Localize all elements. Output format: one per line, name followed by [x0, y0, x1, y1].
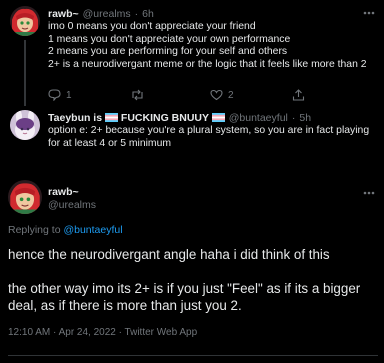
main-author-name[interactable]: rawb~ — [48, 186, 79, 198]
speech-bubble-icon — [48, 89, 61, 101]
trans-flag-emoji — [211, 113, 225, 122]
like-count: 2 — [228, 89, 234, 101]
tweet-1[interactable]: rawb~ @urealms · 6h imo 0 means you don'… — [0, 0, 384, 110]
author-name[interactable]: rawb~ — [48, 8, 79, 20]
author-handle[interactable]: @urealms — [83, 8, 131, 20]
author-name[interactable]: Taeybun is FUCKING BNUUY — [48, 112, 225, 124]
trans-flag-emoji — [105, 113, 118, 122]
divider — [8, 355, 378, 356]
more-options-icon[interactable] — [362, 186, 376, 198]
tweet-time[interactable]: 5h — [299, 112, 311, 124]
avatar-rawb[interactable] — [8, 180, 42, 214]
tweet-timestamp[interactable]: 12:10 AM · Apr 24, 2022 · Twitter Web Ap… — [8, 327, 197, 338]
author-name-suffix: FUCKING BNUUY — [120, 112, 209, 124]
retweet-arrows-icon — [130, 89, 145, 101]
replying-to-label: Replying to — [8, 224, 61, 236]
avatar-rawb[interactable] — [10, 6, 40, 36]
share-upload-icon — [292, 89, 305, 101]
separator-dot: · — [291, 112, 296, 124]
main-tweet: rawb~ @urealms Replying to @buntaeyful h… — [0, 180, 384, 363]
more-options-icon[interactable] — [362, 6, 376, 18]
thread-connector-line — [24, 40, 26, 106]
replying-to: Replying to @buntaeyful — [8, 224, 123, 236]
tweet-text: imo 0 means you don't appreciate your fr… — [48, 21, 367, 70]
tweet-2[interactable]: Taeybun is FUCKING BNUUY @buntaeyful · 5… — [0, 105, 384, 175]
reply-count: 1 — [66, 89, 72, 101]
author-handle[interactable]: @buntaeyful — [229, 112, 288, 124]
main-tweet-text: hence the neurodivergant angle haha i di… — [8, 247, 361, 313]
tweet-text: option e: 2+ because you're a plural sys… — [48, 125, 372, 149]
reply-button[interactable]: 1 — [48, 89, 130, 101]
author-name-prefix: Taeybun is — [48, 112, 105, 124]
retweet-button[interactable] — [130, 89, 210, 101]
replying-to-handle-link[interactable]: @buntaeyful — [63, 224, 122, 236]
avatar-taeybun[interactable] — [10, 110, 40, 140]
tweet-time[interactable]: 6h — [142, 8, 154, 20]
tweet-thread: rawb~ @urealms · 6h imo 0 means you don'… — [0, 0, 384, 363]
like-button[interactable]: 2 — [210, 89, 292, 101]
separator-dot: · — [134, 8, 139, 20]
heart-icon — [210, 89, 223, 101]
main-author-handle[interactable]: @urealms — [48, 199, 96, 211]
share-button[interactable] — [292, 89, 305, 101]
